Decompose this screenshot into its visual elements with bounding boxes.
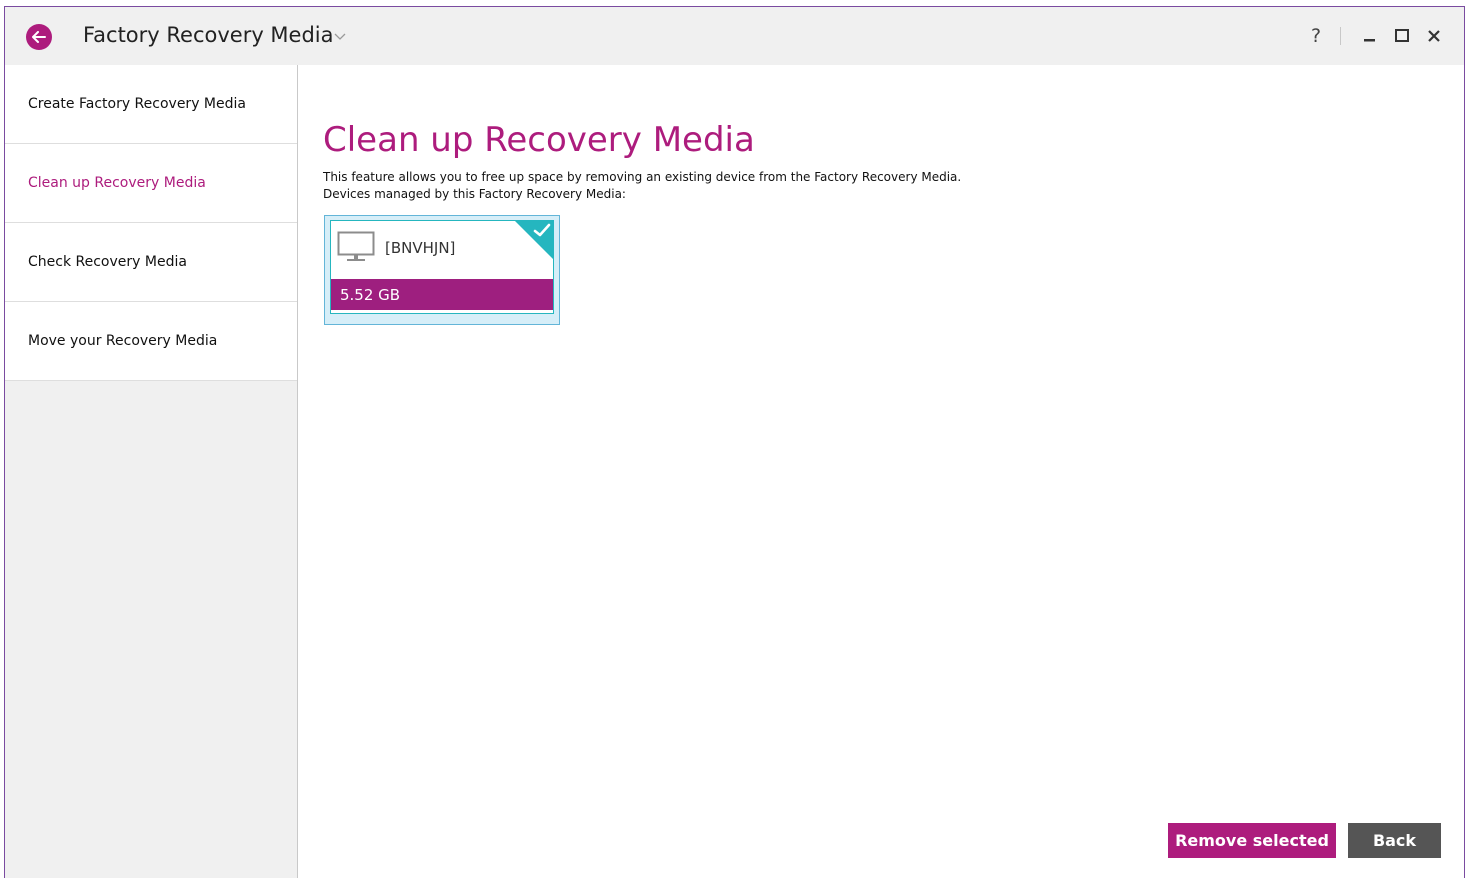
device-name: [BNVHJN] xyxy=(385,239,456,257)
description-line: Devices managed by this Factory Recovery… xyxy=(323,187,626,201)
sidebar-item-label: Create Factory Recovery Media xyxy=(28,96,246,112)
description: This feature allows you to free up space… xyxy=(323,169,961,203)
sidebar-item-label: Move your Recovery Media xyxy=(28,333,218,349)
help-button[interactable]: ? xyxy=(1304,25,1328,47)
sidebar-item-check-recovery-media[interactable]: Check Recovery Media xyxy=(5,223,297,302)
maximize-button[interactable] xyxy=(1386,21,1418,51)
sidebar: Create Factory Recovery Media Clean up R… xyxy=(5,65,298,878)
sidebar-item-clean-up-recovery-media[interactable]: Clean up Recovery Media xyxy=(5,144,297,223)
description-line: This feature allows you to free up space… xyxy=(323,170,962,184)
sidebar-item-label: Check Recovery Media xyxy=(28,254,187,270)
minimize-button[interactable] xyxy=(1354,21,1386,51)
main-content: Clean up Recovery Media This feature all… xyxy=(298,65,1464,878)
sidebar-item-label: Clean up Recovery Media xyxy=(28,175,206,191)
sidebar-item-create-factory-recovery-media[interactable]: Create Factory Recovery Media xyxy=(5,65,297,144)
device-card[interactable]: [BNVHJN] 5.52 GB xyxy=(324,215,560,325)
sidebar-item-move-your-recovery-media[interactable]: Move your Recovery Media xyxy=(5,302,297,381)
device-size: 5.52 GB xyxy=(340,285,401,304)
checkmark-icon xyxy=(533,223,551,237)
device-size-bar: 5.52 GB xyxy=(331,279,553,310)
remove-selected-button[interactable]: Remove selected xyxy=(1168,823,1336,858)
chevron-down-icon[interactable] xyxy=(333,31,347,41)
monitor-icon xyxy=(337,231,375,261)
titlebar-divider xyxy=(1340,27,1341,45)
close-button[interactable] xyxy=(1418,21,1450,51)
back-arrow-icon[interactable] xyxy=(26,24,52,50)
app-window: Factory Recovery Media ? Create Factory … xyxy=(4,6,1465,878)
app-title: Factory Recovery Media xyxy=(83,23,334,47)
page-title: Clean up Recovery Media xyxy=(323,119,755,160)
device-tile: [BNVHJN] 5.52 GB xyxy=(330,220,554,314)
title-bar: Factory Recovery Media ? xyxy=(5,7,1464,65)
back-button[interactable]: Back xyxy=(1348,823,1441,858)
